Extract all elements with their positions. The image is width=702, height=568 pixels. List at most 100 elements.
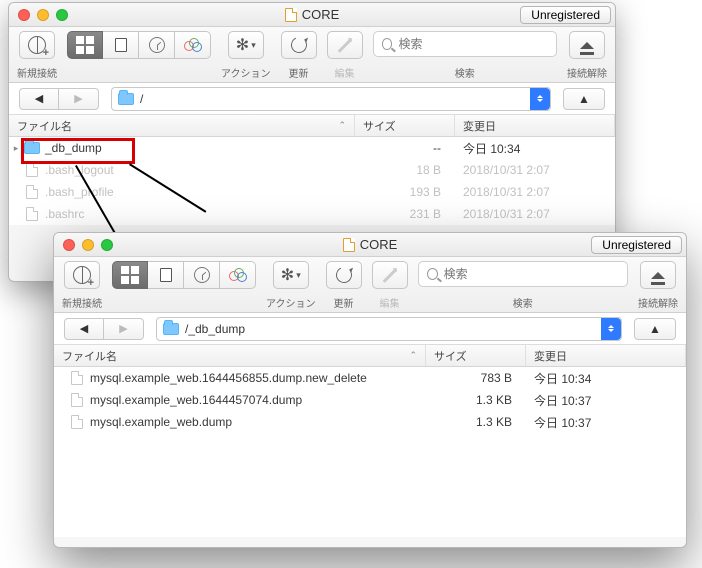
col-size: サイズ <box>355 115 455 136</box>
edit-label: 編集 <box>380 295 400 310</box>
disconnect-button[interactable] <box>569 31 605 59</box>
view-transfers-button[interactable] <box>175 31 211 59</box>
go-up-button[interactable]: ▲ <box>634 318 676 340</box>
new-connection-button[interactable] <box>19 31 55 59</box>
reload-button[interactable] <box>326 261 362 289</box>
new-connection-label: 新規接続 <box>62 295 102 310</box>
file-icon <box>26 185 38 199</box>
search-field[interactable] <box>373 31 558 57</box>
search-input[interactable] <box>444 267 619 281</box>
file-list: ▸_db_dump--今日 10:34.bash_logout18 B2018/… <box>9 137 615 225</box>
file-name: .bash_logout <box>41 163 355 177</box>
sort-asc-icon: ⌃ <box>338 120 346 131</box>
edit-button[interactable] <box>327 31 363 59</box>
column-header[interactable]: ファイル名⌃ サイズ 変更日 <box>54 345 686 367</box>
titlebar[interactable]: CORE Unregistered <box>54 233 686 257</box>
action-menu-button[interactable]: ✻▾ <box>273 261 309 289</box>
col-date: 変更日 <box>455 115 615 136</box>
file-icon <box>71 415 83 429</box>
path-dropdown-icon[interactable] <box>601 318 621 340</box>
sort-asc-icon: ⌃ <box>409 350 417 361</box>
minimize-icon[interactable] <box>82 239 94 251</box>
zoom-icon[interactable] <box>56 9 68 21</box>
book-icon <box>160 268 172 282</box>
path-text: / <box>140 92 143 106</box>
file-row[interactable]: ▸_db_dump--今日 10:34 <box>9 137 615 159</box>
close-icon[interactable] <box>63 239 75 251</box>
nav-forward-button[interactable]: ▶ <box>59 88 99 110</box>
file-icon <box>26 207 38 221</box>
file-name: .bashrc <box>41 207 355 221</box>
new-connection-button[interactable] <box>64 261 100 289</box>
col-name: ファイル名⌃ <box>54 345 426 366</box>
view-transfers-button[interactable] <box>220 261 256 289</box>
unregistered-badge[interactable]: Unregistered <box>520 6 611 24</box>
path-selector[interactable]: / <box>111 87 551 111</box>
view-bookmark-button[interactable] <box>103 31 139 59</box>
go-up-button[interactable]: ▲ <box>563 88 605 110</box>
toolbar: 新規接続 ✻▾ アクション 更新 編集 <box>9 27 615 83</box>
titlebar[interactable]: CORE Unregistered <box>9 3 615 27</box>
file-row[interactable]: .bash_logout18 B2018/10/31 2:07 <box>9 159 615 181</box>
path-dropdown-icon[interactable] <box>530 88 550 110</box>
view-grid-button[interactable] <box>112 261 148 289</box>
file-row[interactable]: mysql.example_web.dump1.3 KB今日 10:37 <box>54 411 686 433</box>
unregistered-badge[interactable]: Unregistered <box>591 236 682 254</box>
file-row[interactable]: .bash_profile193 B2018/10/31 2:07 <box>9 181 615 203</box>
path-bar: ◀ ▶ /_db_dump ▲ <box>54 313 686 345</box>
eject-icon <box>580 35 594 49</box>
edit-button[interactable] <box>372 261 408 289</box>
file-name: mysql.example_web.1644457074.dump <box>86 393 426 407</box>
file-size: 231 B <box>355 207 455 221</box>
globe-plus-icon <box>73 266 91 284</box>
reload-button[interactable] <box>281 31 317 59</box>
view-grid-button[interactable] <box>67 31 103 59</box>
edit-label: 編集 <box>335 65 355 80</box>
nav-back-button[interactable]: ◀ <box>19 88 59 110</box>
file-date: 今日 10:34 <box>526 370 686 387</box>
action-label: アクション <box>266 295 316 310</box>
file-size: 1.3 KB <box>426 415 526 429</box>
disclosure-triangle-icon[interactable]: ▸ <box>9 143 23 154</box>
globe-plus-icon <box>28 36 46 54</box>
pencil-icon <box>337 38 352 53</box>
view-history-button[interactable] <box>139 31 175 59</box>
chevron-down-icon: ▾ <box>251 40 256 51</box>
reload-label: 更新 <box>289 65 309 80</box>
disconnect-label: 接続解除 <box>567 65 607 80</box>
file-date: 2018/10/31 2:07 <box>455 207 615 221</box>
document-icon <box>343 238 355 252</box>
close-icon[interactable] <box>18 9 30 21</box>
search-input[interactable] <box>398 37 548 51</box>
file-size: 18 B <box>355 163 455 177</box>
file-size: 193 B <box>355 185 455 199</box>
column-header[interactable]: ファイル名⌃ サイズ 変更日 <box>9 115 615 137</box>
file-icon <box>71 371 83 385</box>
disconnect-button[interactable] <box>640 261 676 289</box>
nav-back-button[interactable]: ◀ <box>64 318 104 340</box>
search-label: 検索 <box>455 65 475 80</box>
reload-icon <box>288 35 309 56</box>
file-row[interactable]: mysql.example_web.1644456855.dump.new_de… <box>54 367 686 389</box>
search-field[interactable] <box>418 261 629 287</box>
action-menu-button[interactable]: ✻▾ <box>228 31 264 59</box>
file-date: 今日 10:37 <box>526 392 686 409</box>
folder-icon <box>163 323 179 335</box>
chevron-down-icon: ▾ <box>296 270 301 281</box>
file-row[interactable]: mysql.example_web.1644457074.dump1.3 KB今… <box>54 389 686 411</box>
nav-forward-button[interactable]: ▶ <box>104 318 144 340</box>
reload-icon <box>333 265 354 286</box>
rings-icon <box>229 268 247 282</box>
zoom-icon[interactable] <box>101 239 113 251</box>
path-selector[interactable]: /_db_dump <box>156 317 622 341</box>
minimize-icon[interactable] <box>37 9 49 21</box>
clock-icon <box>149 37 165 53</box>
rings-icon <box>184 38 202 52</box>
view-history-button[interactable] <box>184 261 220 289</box>
view-bookmark-button[interactable] <box>148 261 184 289</box>
document-icon <box>285 8 297 22</box>
folder-icon <box>24 142 40 154</box>
path-bar: ◀ ▶ / ▲ <box>9 83 615 115</box>
disconnect-label: 接続解除 <box>638 295 678 310</box>
folder-icon <box>118 93 134 105</box>
